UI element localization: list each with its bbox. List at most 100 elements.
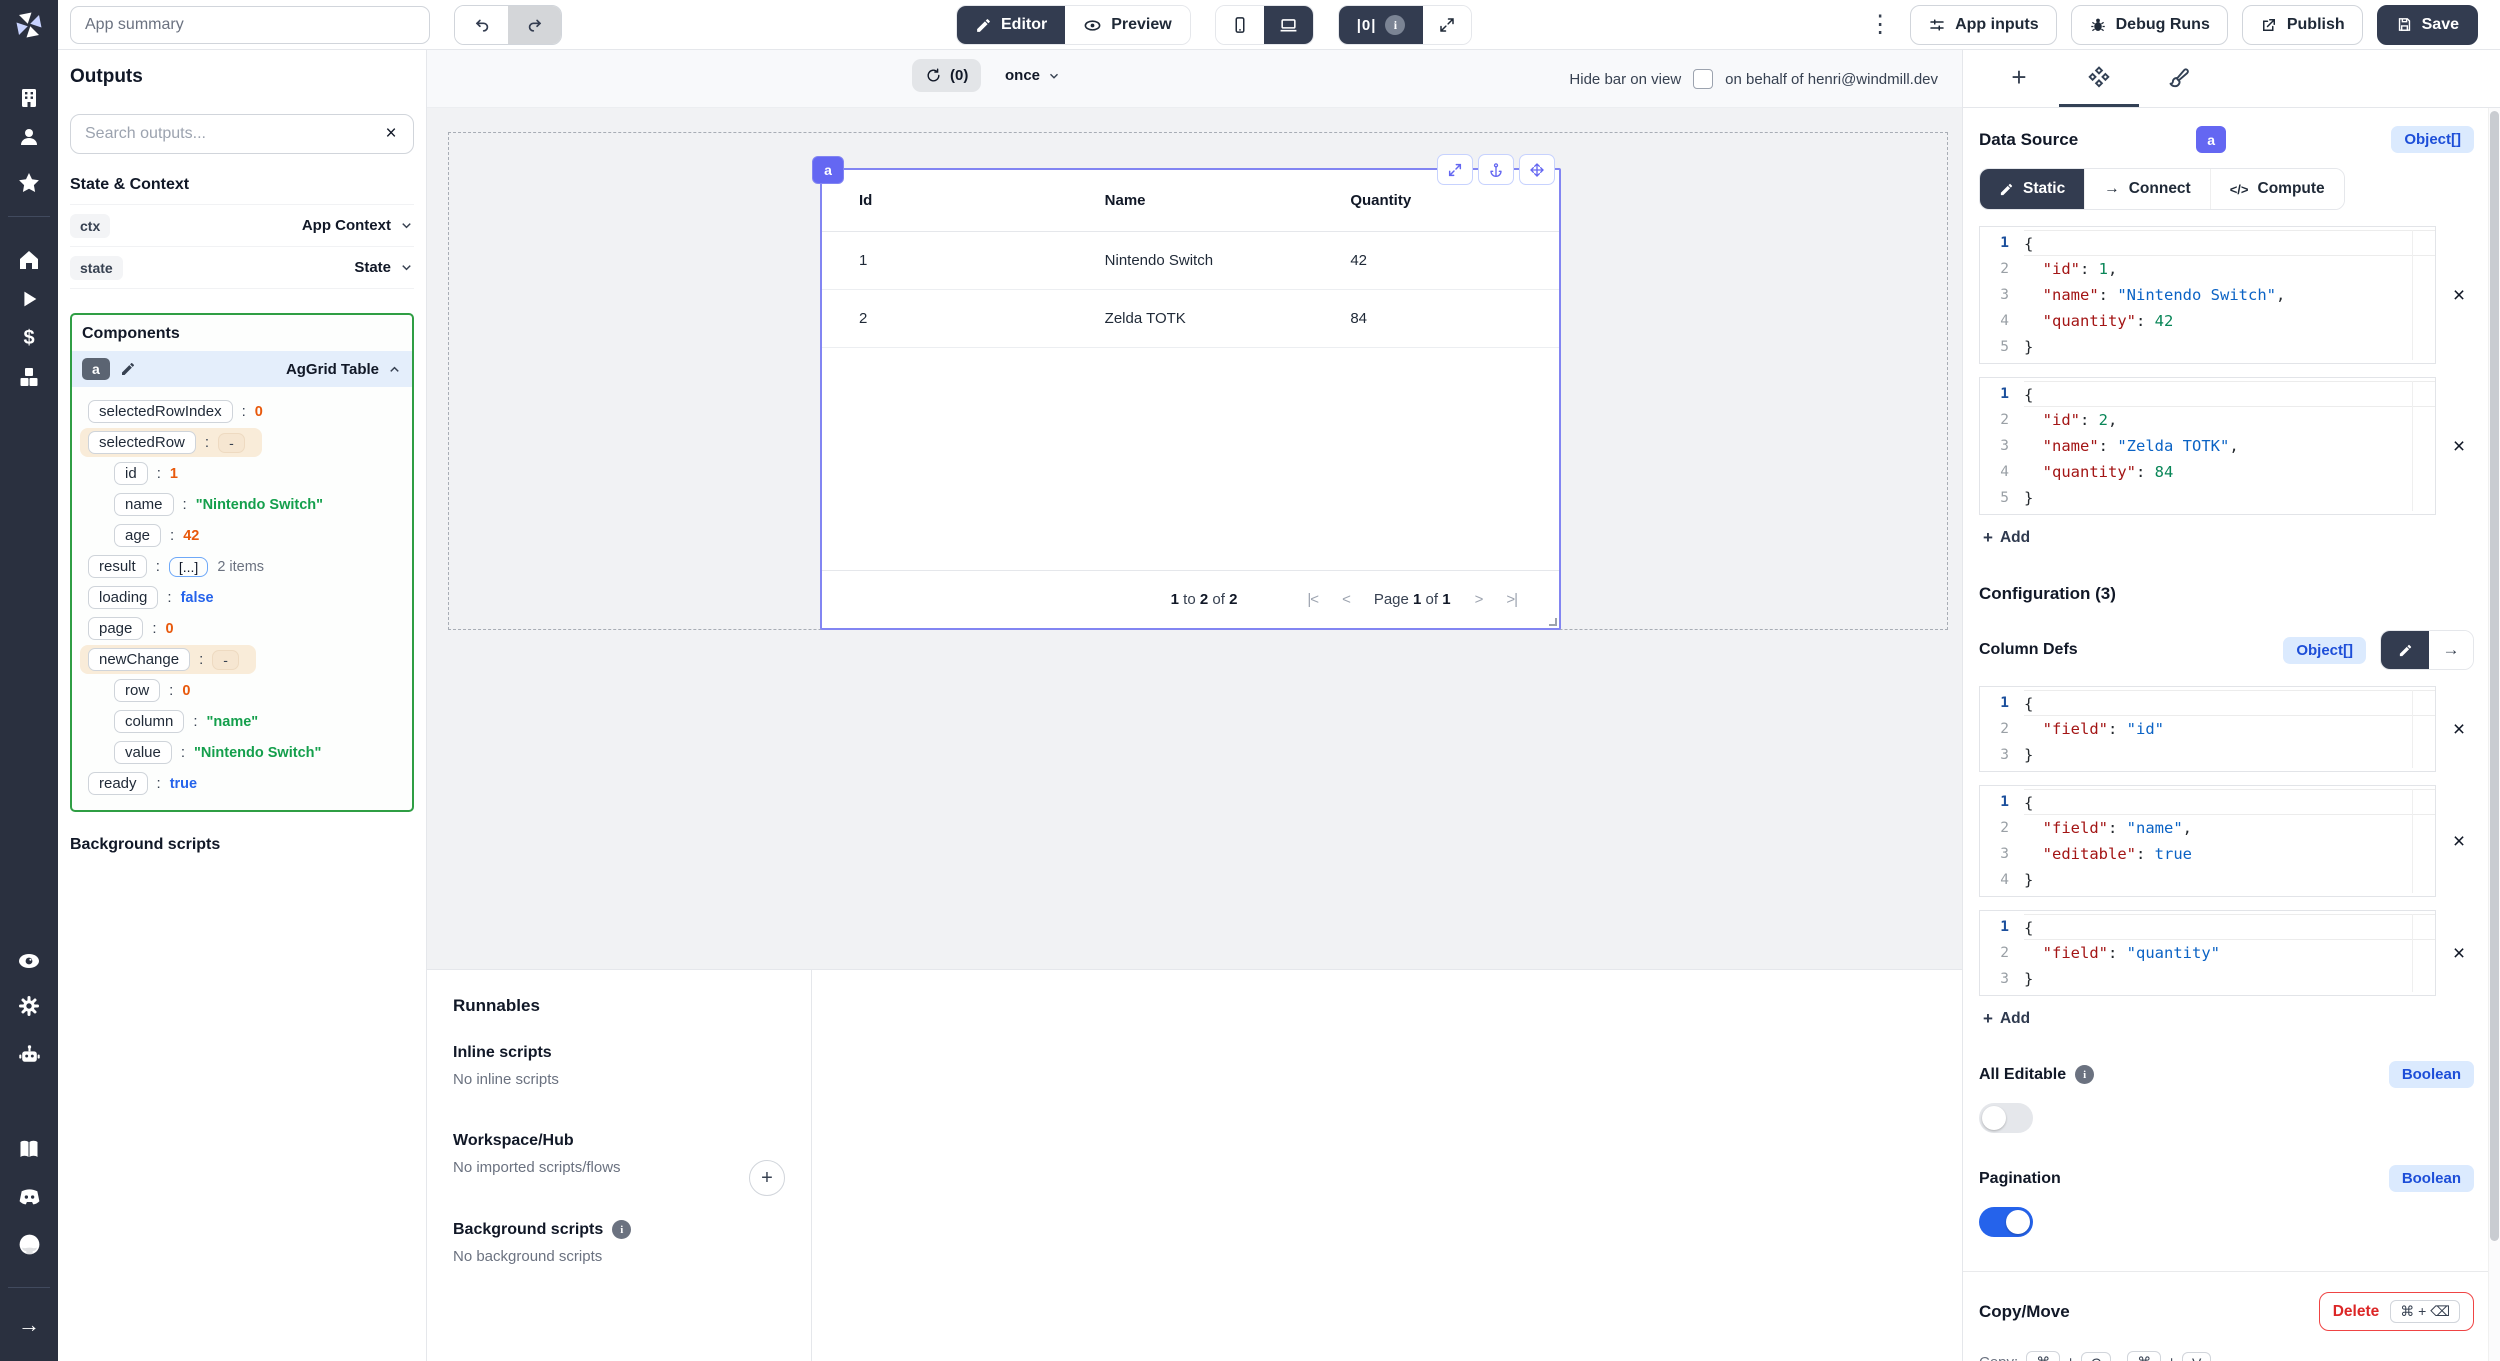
outputs-count-button[interactable]: |0| i [1339, 6, 1424, 44]
component-type[interactable]: AgGrid Table [286, 361, 402, 378]
pagination-toggle[interactable] [1979, 1207, 2033, 1237]
type-pill[interactable]: Boolean [2389, 1165, 2474, 1192]
fullscreen-button[interactable] [1423, 6, 1471, 44]
clear-search-button[interactable]: × [378, 121, 404, 147]
remove-item-button[interactable]: × [2444, 436, 2474, 457]
ctx-value[interactable]: App Context [302, 217, 414, 234]
ctx-row[interactable]: ctx App Context [70, 205, 414, 247]
publish-button[interactable]: Publish [2242, 5, 2363, 45]
remove-item-button[interactable]: × [2444, 719, 2474, 740]
app-summary-input[interactable] [70, 6, 430, 44]
json-editor[interactable]: 1{2 "id": 1,3 "name": "Nintendo Switch",… [1979, 226, 2436, 364]
prop-key[interactable]: name [114, 493, 174, 516]
table-row[interactable]: 1 Nintendo Switch 42 [822, 232, 1559, 290]
app-inputs-button[interactable]: App inputs [1910, 5, 2057, 45]
table-cell[interactable]: 2 [822, 310, 1068, 327]
table-row[interactable]: 2 Zelda TOTK 84 [822, 290, 1559, 348]
output-prop-row[interactable]: page : 0 [80, 614, 191, 643]
mode-compute[interactable]: </> Compute [2210, 169, 2344, 209]
edit-mode-button[interactable] [2381, 631, 2429, 669]
info-icon[interactable]: i [612, 1220, 631, 1239]
redo-button[interactable] [508, 6, 561, 44]
pencil-icon[interactable] [120, 361, 136, 377]
table-cell[interactable]: 1 [822, 252, 1068, 269]
sidebar-item-users[interactable] [0, 125, 58, 149]
delete-component-button[interactable]: Delete ⌘ + ⌫ [2319, 1292, 2474, 1331]
sidebar-item-audit[interactable] [0, 949, 58, 973]
output-prop-row[interactable]: ready : true [80, 769, 214, 798]
json-editor[interactable]: 1{2 "field": "quantity"3} [1979, 910, 2436, 996]
connect-mode-button[interactable]: → [2429, 631, 2473, 669]
prop-key[interactable]: value [114, 741, 172, 764]
output-prop-row[interactable]: name : "Nintendo Switch" [106, 490, 340, 519]
first-page-button[interactable]: |< [1307, 591, 1318, 608]
output-prop-row[interactable]: value : "Nintendo Switch" [106, 738, 338, 767]
sidebar-item-docs[interactable] [0, 1137, 58, 1161]
table-cell[interactable]: Nintendo Switch [1068, 252, 1314, 269]
aggrid-table-component[interactable]: a [820, 168, 1561, 630]
remove-item-button[interactable]: × [2444, 831, 2474, 852]
anchor-component-button[interactable] [1478, 154, 1514, 185]
sidebar-item-discord[interactable] [0, 1184, 58, 1209]
desktop-view-button[interactable] [1264, 6, 1313, 44]
output-prop-row[interactable]: id : 1 [106, 459, 195, 488]
prop-key[interactable]: result [88, 555, 147, 578]
app-canvas[interactable]: a [427, 108, 1962, 969]
tab-styling[interactable] [2139, 50, 2219, 107]
mode-static[interactable]: Static [1980, 169, 2084, 209]
refresh-count-button[interactable]: (0) [912, 59, 981, 92]
output-prop-row[interactable]: age : 42 [106, 521, 216, 550]
prop-key[interactable]: row [114, 679, 160, 702]
tab-component-settings[interactable] [2059, 50, 2139, 107]
column-header[interactable]: Name [1068, 192, 1314, 209]
component-header[interactable]: a AgGrid Table [72, 351, 412, 387]
all-editable-toggle[interactable] [1979, 1103, 2033, 1133]
hide-bar-checkbox[interactable] [1693, 69, 1713, 89]
collapse-sidebar-button[interactable]: → [0, 1314, 58, 1336]
preview-tab[interactable]: Preview [1065, 6, 1189, 44]
table-cell[interactable]: Zelda TOTK [1068, 310, 1314, 327]
output-prop-row[interactable]: selectedRow : - [80, 428, 262, 457]
sidebar-item-github[interactable] [0, 1232, 58, 1257]
inspector-scrollbar[interactable] [2488, 108, 2500, 1361]
windmill-logo[interactable] [0, 0, 58, 50]
output-prop-row[interactable]: newChange : - [80, 645, 256, 674]
remove-item-button[interactable]: × [2444, 943, 2474, 964]
add-background-script-button[interactable]: + [749, 1160, 785, 1196]
tab-insert-component[interactable]: + [1979, 50, 2059, 107]
state-value[interactable]: State [354, 259, 414, 276]
output-prop-row[interactable]: selectedRowIndex : 0 [80, 397, 280, 426]
sidebar-item-home[interactable] [0, 248, 58, 272]
prev-page-button[interactable]: < [1342, 591, 1350, 608]
column-header[interactable]: Quantity [1313, 192, 1559, 209]
undo-button[interactable] [455, 6, 508, 44]
sidebar-item-workspace[interactable] [0, 86, 58, 110]
prop-key[interactable]: loading [88, 586, 158, 609]
debug-runs-button[interactable]: Debug Runs [2071, 5, 2228, 45]
resize-handle[interactable] [1549, 618, 1557, 626]
scrollbar-thumb[interactable] [2490, 111, 2499, 1241]
output-prop-row[interactable]: loading : false [80, 583, 231, 612]
mobile-view-button[interactable] [1216, 6, 1264, 44]
output-prop-row[interactable]: row : 0 [106, 676, 207, 705]
save-button[interactable]: Save [2377, 5, 2478, 45]
search-outputs-input[interactable] [70, 114, 414, 154]
type-pill[interactable]: Boolean [2389, 1061, 2474, 1088]
move-component-button[interactable] [1519, 154, 1555, 185]
add-column-def-button[interactable]: + Add [1983, 1009, 2030, 1029]
state-row[interactable]: state State [70, 247, 414, 289]
prop-key[interactable]: page [88, 617, 143, 640]
table-cell[interactable]: 42 [1313, 252, 1559, 269]
sidebar-item-ai[interactable] [0, 1043, 58, 1068]
json-editor[interactable]: 1{2 "field": "name",3 "editable": true4} [1979, 785, 2436, 897]
sidebar-item-runs[interactable] [0, 288, 58, 310]
json-editor[interactable]: 1{2 "field": "id"3} [1979, 686, 2436, 772]
type-pill[interactable]: Object[] [2283, 637, 2366, 664]
column-header[interactable]: Id [822, 192, 1068, 209]
info-icon[interactable]: i [1385, 15, 1405, 35]
output-prop-row[interactable]: result : [...] 2 items [80, 552, 272, 581]
prop-key[interactable]: age [114, 524, 161, 547]
sidebar-item-variables[interactable]: $ [0, 326, 58, 350]
mode-connect[interactable]: → Connect [2084, 169, 2210, 209]
output-prop-row[interactable]: column : "name" [106, 707, 275, 736]
